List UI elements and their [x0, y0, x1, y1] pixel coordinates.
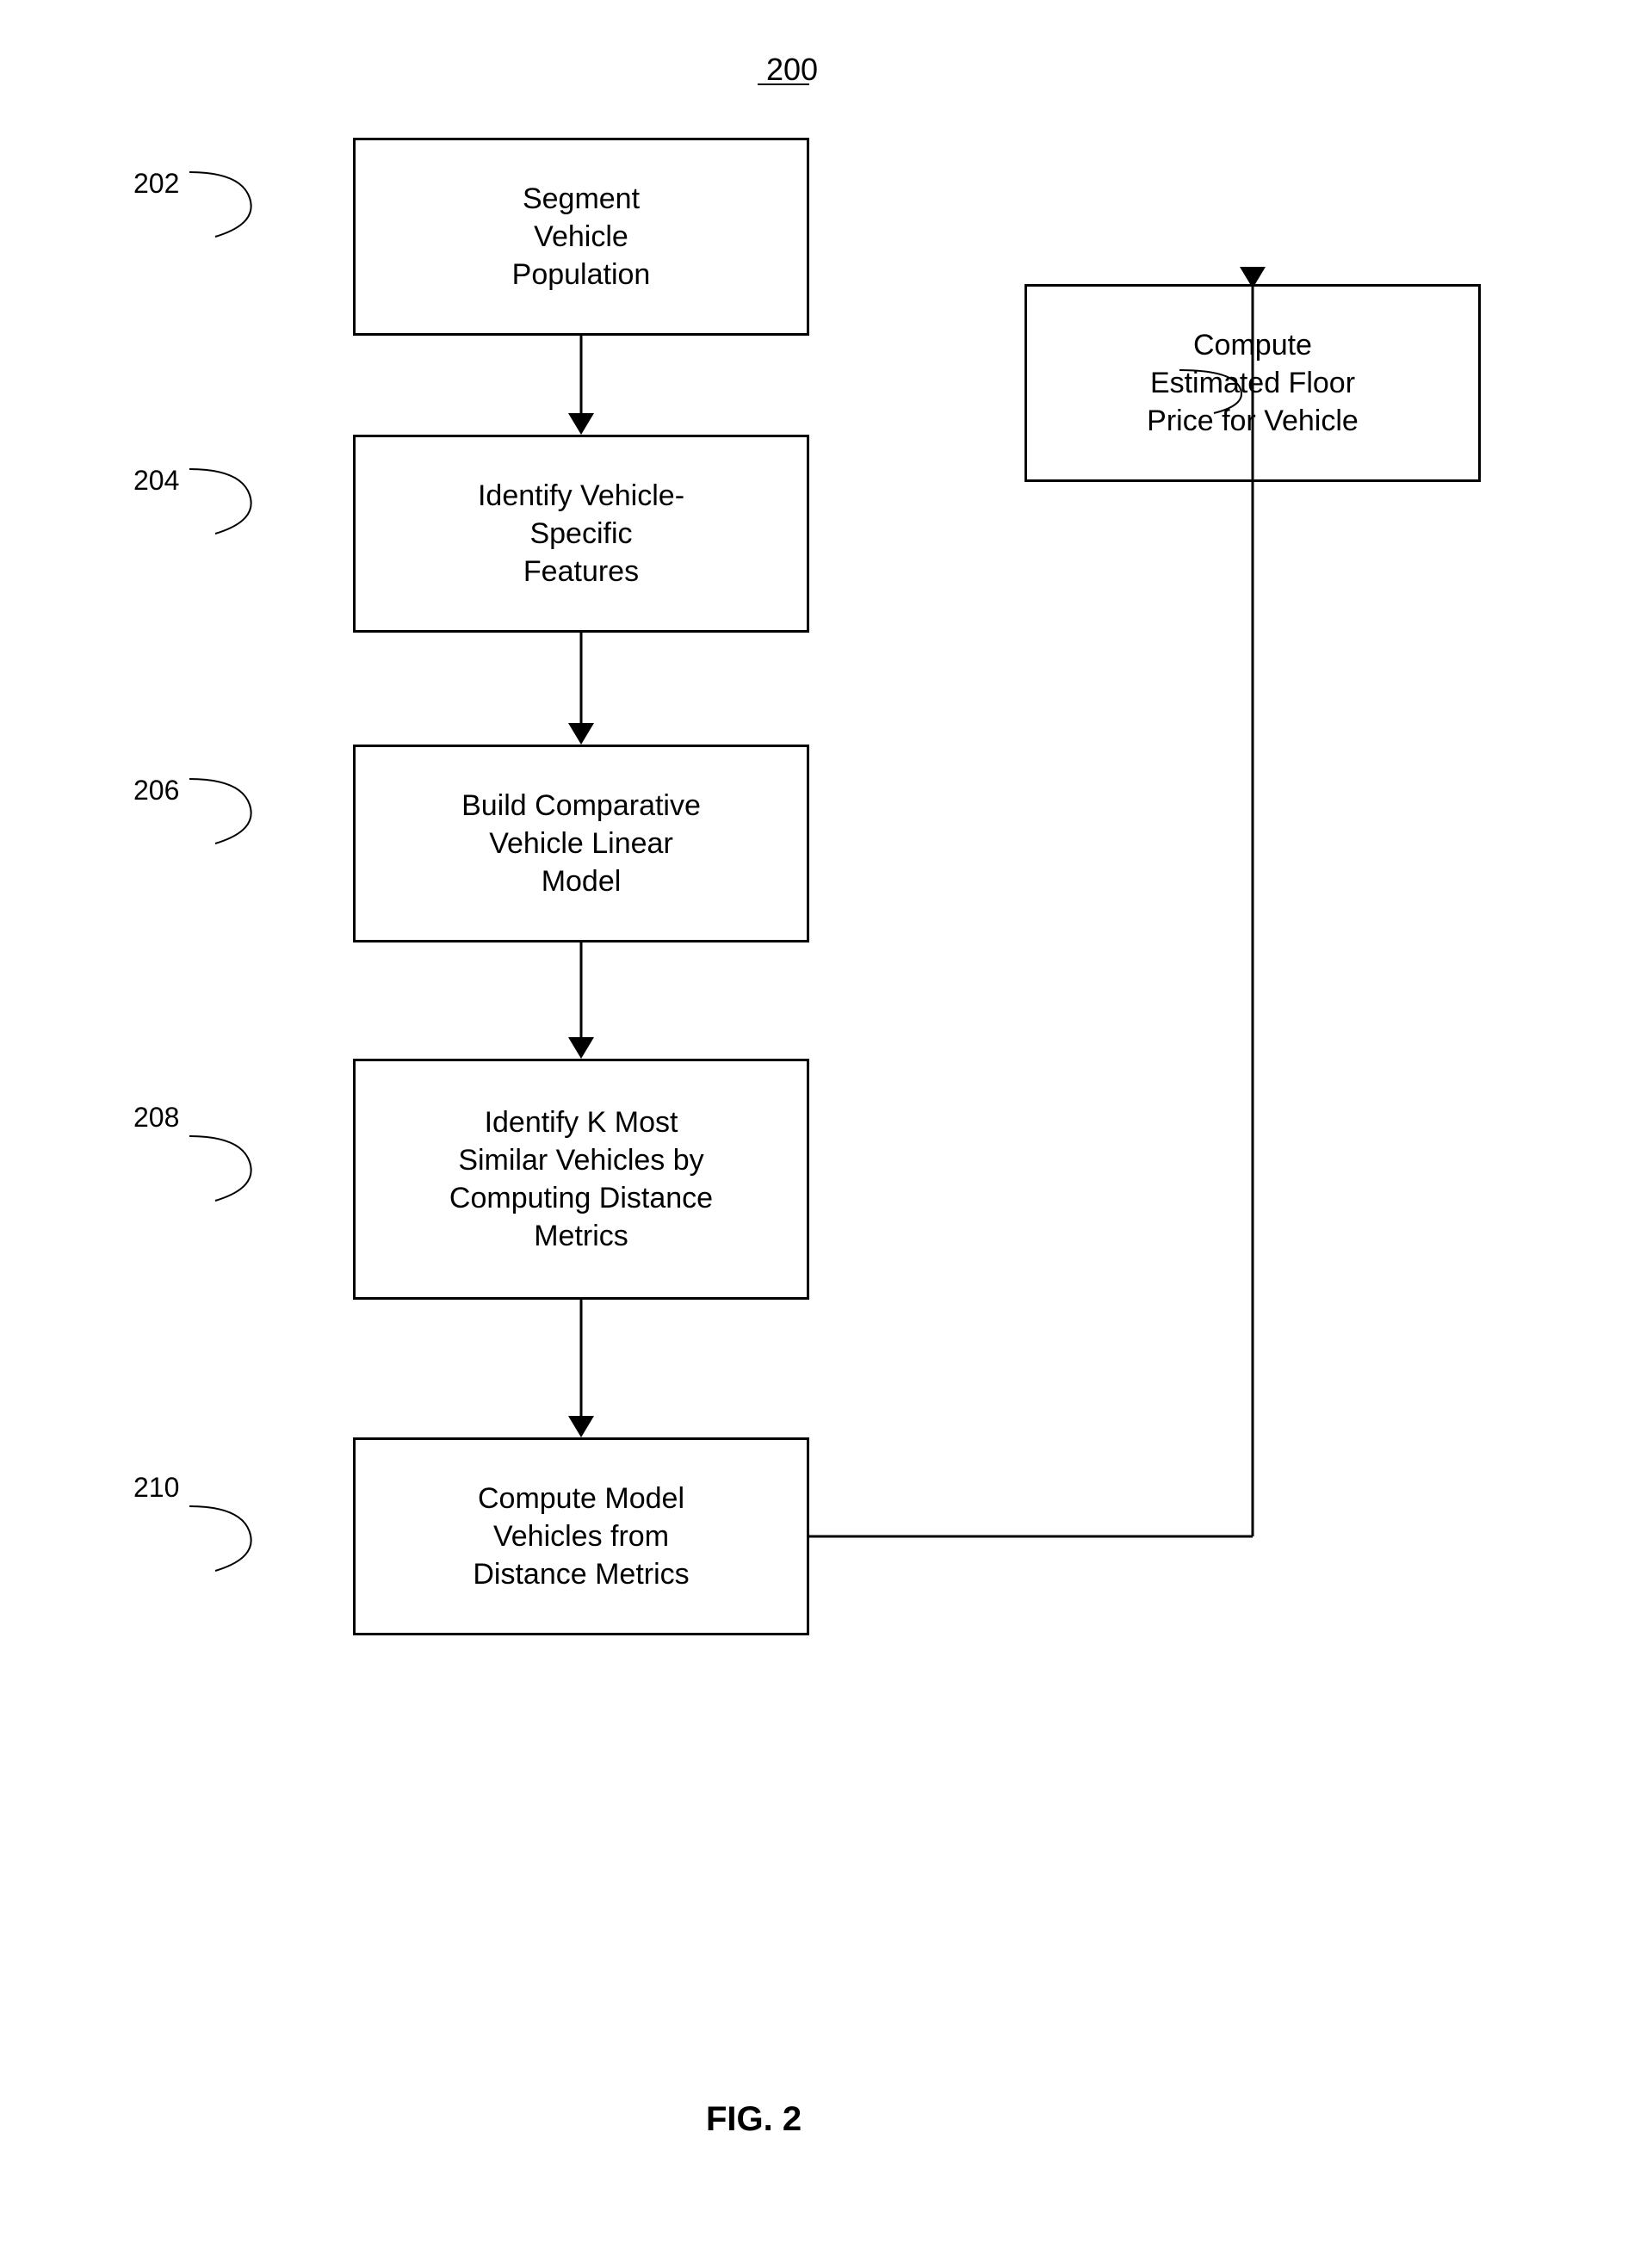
ref-label-210: 210	[133, 1472, 179, 1504]
box-segment-vehicle-population: SegmentVehiclePopulation	[353, 138, 809, 336]
box-build-comparative-model: Build ComparativeVehicle LinearModel	[353, 745, 809, 942]
ref-label-208: 208	[133, 1102, 179, 1134]
ref-label-206: 206	[133, 775, 179, 806]
box-compute-floor-price: ComputeEstimated FloorPrice for Vehicle	[1024, 284, 1481, 482]
diagram-container: 200 202 SegmentVehiclePopulation 204 Ide…	[0, 0, 1628, 2268]
ref-label-202: 202	[133, 168, 179, 200]
box-identify-similar-vehicles: Identify K MostSimilar Vehicles byComput…	[353, 1059, 809, 1300]
figure-label: FIG. 2	[706, 2100, 802, 2139]
box-compute-model-vehicles: Compute ModelVehicles fromDistance Metri…	[353, 1437, 809, 1635]
box-identify-vehicle-features: Identify Vehicle-SpecificFeatures	[353, 435, 809, 633]
ref-label-204: 204	[133, 465, 179, 497]
diagram-title: 200	[766, 52, 818, 88]
